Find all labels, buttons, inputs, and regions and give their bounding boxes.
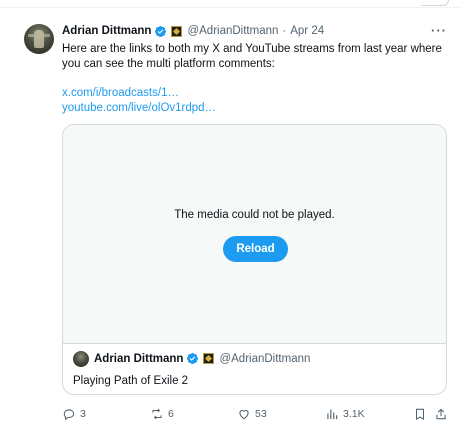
repost-button[interactable]: 6 <box>150 405 174 423</box>
like-button[interactable]: 53 <box>237 405 267 423</box>
bookmark-icon <box>415 408 425 420</box>
views-button[interactable]: 3.1K <box>325 405 365 423</box>
quoted-avatar[interactable] <box>73 351 89 367</box>
reply-button[interactable]: 3 <box>62 405 86 423</box>
more-options-icon[interactable]: ··· <box>431 23 447 38</box>
quoted-post-header: Adrian Dittmann @AdrianDittmann <box>94 352 310 365</box>
share-button[interactable] <box>434 405 452 423</box>
previous-post-divider <box>0 0 461 8</box>
quoted-author-name[interactable]: Adrian Dittmann <box>94 353 183 365</box>
author-handle[interactable]: @AdrianDittmann <box>187 25 278 37</box>
views-count: 3.1K <box>343 408 365 420</box>
quoted-verified-badge-icon <box>187 352 199 365</box>
verified-badge-icon[interactable] <box>154 25 167 38</box>
broadcast-link[interactable]: x.com/i/broadcasts/1… <box>62 86 179 101</box>
repost-count: 6 <box>168 408 174 420</box>
quoted-author-handle: @AdrianDittmann <box>219 352 311 365</box>
media-card[interactable]: The media could not be played. Reload Ad… <box>62 124 447 395</box>
bookmark-button[interactable] <box>413 405 431 423</box>
post-date[interactable]: Apr 24 <box>290 25 324 37</box>
share-icon <box>436 408 446 420</box>
quoted-post[interactable]: Adrian Dittmann @AdrianDittmann Playing … <box>63 343 446 394</box>
reload-button[interactable]: Reload <box>223 236 288 262</box>
repost-icon <box>152 408 162 420</box>
reply-count: 3 <box>80 408 86 420</box>
reply-icon <box>63 409 75 421</box>
quoted-post-text: Playing Path of Exile 2 <box>73 375 189 387</box>
previous-post-card-corner <box>421 0 449 6</box>
media-error-message: The media could not be played. <box>174 209 335 221</box>
heart-icon <box>239 410 249 420</box>
avatar[interactable] <box>24 24 54 54</box>
header-separator: · <box>282 25 287 37</box>
views-chart-icon <box>327 409 338 420</box>
author-name[interactable]: Adrian Dittmann <box>62 25 151 37</box>
post[interactable]: Adrian Dittmann @AdrianDittmann · Apr 24… <box>0 9 461 430</box>
affiliate-badge-icon[interactable] <box>171 25 183 37</box>
post-header: Adrian Dittmann @AdrianDittmann · Apr 24 <box>62 23 324 39</box>
like-count: 53 <box>255 408 267 420</box>
quoted-affiliate-badge-icon <box>203 353 215 364</box>
action-bar: 3 6 53 3.1K <box>62 405 454 423</box>
youtube-link[interactable]: youtube.com/live/olOv1rdpd… <box>62 101 216 116</box>
video-player[interactable]: The media could not be played. Reload <box>63 125 446 343</box>
post-text: Here are the links to both my X and YouT… <box>62 43 442 70</box>
